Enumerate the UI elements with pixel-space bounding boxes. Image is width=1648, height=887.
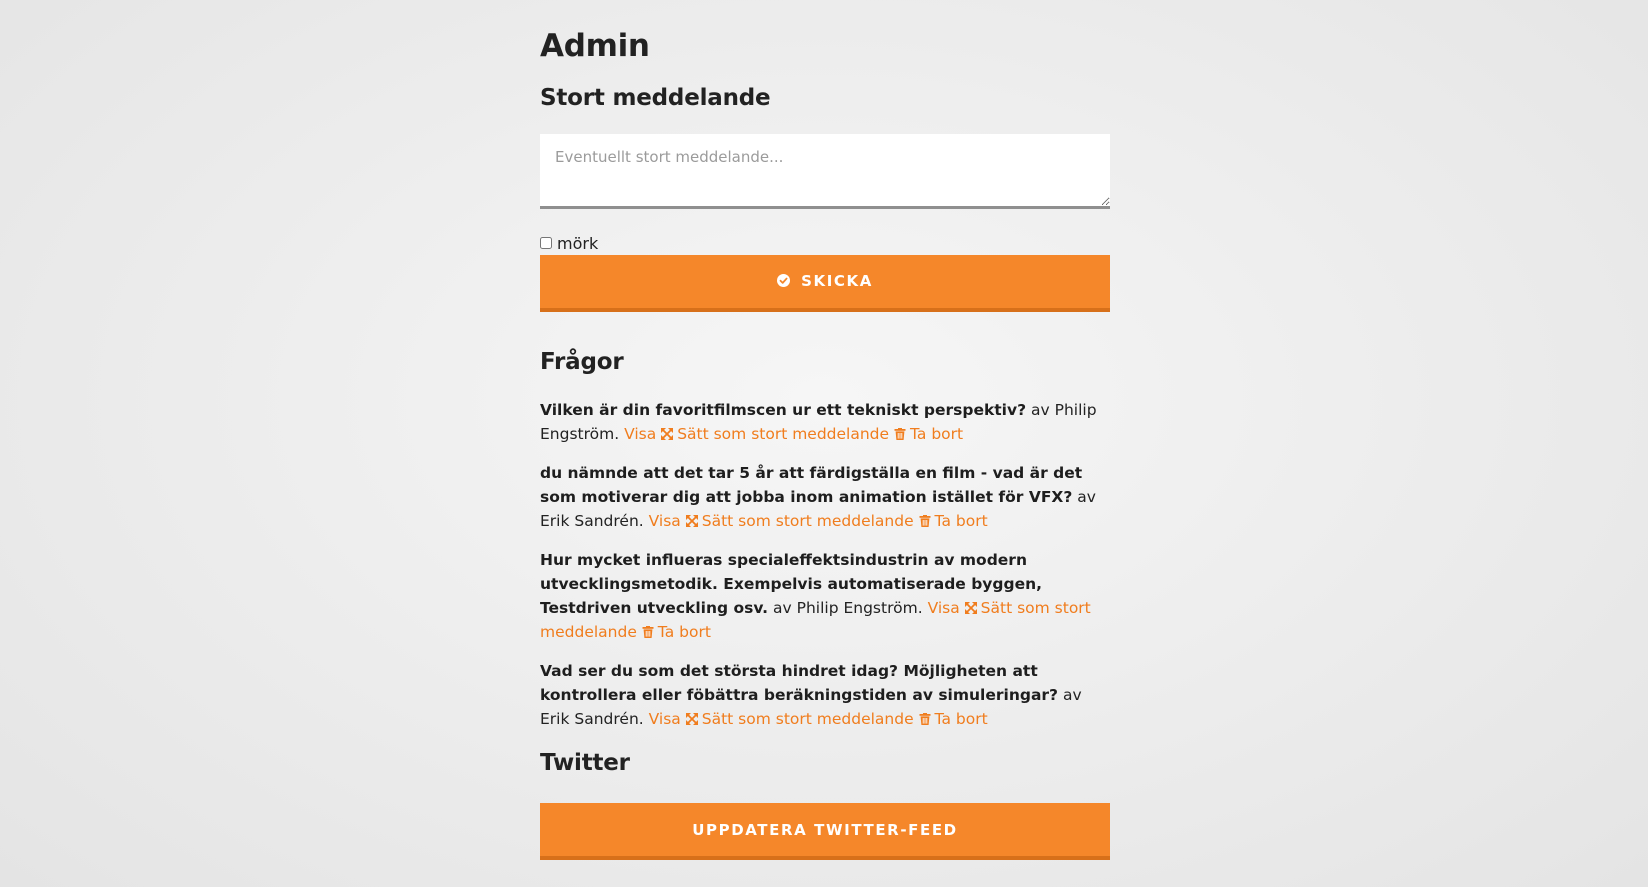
delete-label: Ta bort: [934, 512, 988, 530]
update-twitter-feed-button[interactable]: Uppdatera Twitter-feed: [540, 803, 1110, 860]
delete-question-link[interactable]: Ta bort: [919, 512, 988, 530]
twitter-heading: Twitter: [540, 750, 630, 776]
set-as-message-label: Sätt som stort meddelande: [701, 710, 914, 728]
delete-label: Ta bort: [910, 425, 964, 443]
questions-heading: Frågor: [540, 349, 624, 375]
send-button[interactable]: Skicka: [540, 255, 1110, 312]
expand-arrows-icon: [685, 515, 698, 527]
question-item: du nämnde att det tar 5 år att färdigstä…: [540, 461, 1110, 533]
expand-arrows-icon: [685, 713, 698, 725]
author-name: Erik Sandrén.: [540, 710, 644, 728]
author-prefix: av: [1031, 401, 1050, 419]
delete-question-link[interactable]: Ta bort: [894, 425, 963, 443]
view-question-link[interactable]: Visa: [624, 425, 656, 443]
author-name: Philip Engström.: [796, 599, 923, 617]
view-question-link[interactable]: Visa: [649, 512, 681, 530]
delete-question-link[interactable]: Ta bort: [642, 623, 711, 641]
set-as-message-label: Sätt som stort meddelande: [701, 512, 914, 530]
question-text: Vilken är din favoritfilmscen ur ett tek…: [540, 401, 1027, 419]
author-prefix: av: [1062, 686, 1082, 704]
trash-icon: [919, 515, 931, 527]
dark-option: mörk: [540, 233, 1110, 253]
trash-icon: [894, 428, 906, 440]
question-text: du nämnde att det tar 5 år att färdigstä…: [540, 464, 1083, 506]
set-as-message-link[interactable]: Sätt som stort meddelande: [685, 512, 914, 530]
author-prefix: av: [773, 599, 792, 617]
trash-icon: [642, 626, 654, 638]
admin-panel: Admin Stort meddelande mörk Skicka Frågo…: [540, 0, 1110, 860]
page-title: Admin: [540, 28, 650, 64]
dark-checkbox[interactable]: [540, 237, 552, 249]
delete-label: Ta bort: [657, 623, 711, 641]
view-question-link[interactable]: Visa: [649, 710, 681, 728]
trash-icon: [919, 713, 931, 725]
update-twitter-feed-label: Uppdatera Twitter-feed: [692, 820, 958, 839]
question-author: av Philip Engström.: [773, 599, 923, 617]
expand-arrows-icon: [661, 428, 674, 440]
question-text: Vad ser du som det största hindret idag?…: [540, 662, 1059, 704]
message-heading: Stort meddelande: [540, 85, 771, 111]
question-item: Vad ser du som det största hindret idag?…: [540, 659, 1110, 731]
question-item: Vilken är din favoritfilmscen ur ett tek…: [540, 398, 1110, 446]
question-list: Vilken är din favoritfilmscen ur ett tek…: [540, 398, 1110, 731]
set-as-message-link[interactable]: Sätt som stort meddelande: [685, 710, 914, 728]
view-question-link[interactable]: Visa: [928, 599, 960, 617]
dark-label: mörk: [557, 233, 599, 253]
delete-label: Ta bort: [934, 710, 988, 728]
author-name: Erik Sandrén.: [540, 512, 644, 530]
expand-arrows-icon: [964, 602, 977, 614]
set-as-message-link[interactable]: Sätt som stort meddelande: [661, 425, 889, 443]
author-prefix: av: [1077, 488, 1096, 506]
check-circle-icon: [777, 274, 791, 288]
set-as-message-label: Sätt som stort meddelande: [677, 425, 890, 443]
send-button-content: Skicka: [777, 272, 873, 290]
delete-question-link[interactable]: Ta bort: [919, 710, 988, 728]
question-item: Hur mycket influeras specialeffektsindus…: [540, 548, 1110, 644]
send-button-label: Skicka: [801, 271, 873, 290]
message-textarea[interactable]: [540, 134, 1110, 209]
